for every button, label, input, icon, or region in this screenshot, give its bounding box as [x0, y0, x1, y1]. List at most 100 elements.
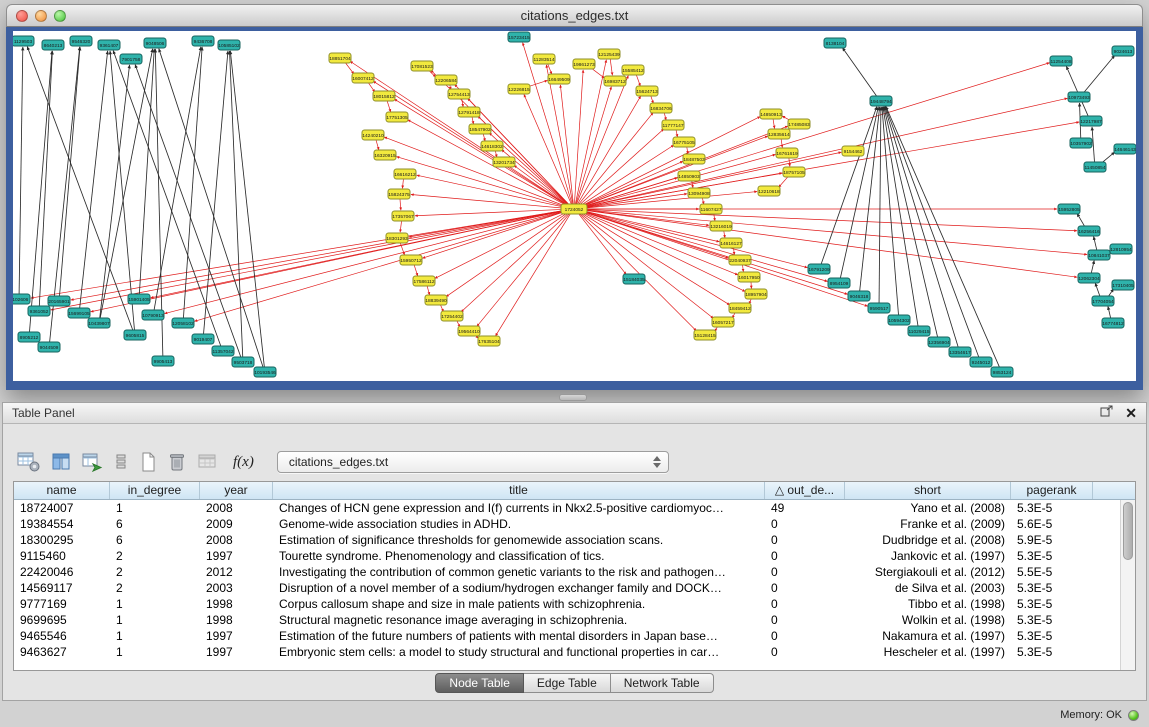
graph-edge[interactable] — [1095, 283, 1100, 297]
graph-edge[interactable] — [478, 116, 571, 206]
graph-node[interactable]: 9044509 — [38, 342, 60, 352]
tab-edge-table[interactable]: Edge Table — [524, 673, 611, 693]
graph-node[interactable]: 1724052 — [561, 204, 587, 214]
graph-edge[interactable] — [579, 155, 776, 208]
import-table-icon[interactable] — [81, 448, 104, 476]
graph-edge[interactable] — [860, 107, 880, 292]
graph-node[interactable]: 12206584 — [435, 75, 457, 85]
graph-node[interactable]: 16017950 — [738, 272, 760, 282]
graph-node[interactable]: 9019407 — [192, 334, 214, 344]
graph-node[interactable]: 15950712 — [400, 255, 422, 265]
function-builder-icon[interactable]: f(x) — [233, 454, 254, 471]
column-header[interactable]: pagerank — [1011, 482, 1093, 499]
graph-node[interactable]: 17485083 — [788, 119, 810, 129]
graph-node[interactable]: 17357067 — [392, 211, 414, 221]
graph-node[interactable]: 18015812 — [373, 91, 395, 101]
graph-node[interactable]: 16761619 — [776, 148, 798, 158]
graph-node[interactable]: 14616127 — [720, 238, 742, 248]
graph-edge[interactable] — [446, 211, 570, 296]
graph-edge[interactable] — [578, 211, 713, 318]
graph-node[interactable]: 15699105 — [68, 308, 90, 318]
graph-node[interactable]: 15624713 — [636, 86, 658, 96]
graph-node[interactable]: 18547902 — [469, 124, 491, 134]
graph-edge[interactable] — [31, 210, 569, 298]
graph-node[interactable]: 8640213 — [42, 40, 64, 50]
graph-node[interactable]: 18757105 — [783, 167, 805, 177]
graph-node[interactable]: 15184035 — [623, 274, 645, 284]
table-settings-icon[interactable] — [17, 448, 41, 476]
graph-node[interactable]: 11607427 — [700, 204, 722, 214]
column-header[interactable]: in_degree — [110, 482, 200, 499]
graph-node[interactable]: 12210618 — [758, 186, 780, 196]
graph-node[interactable]: 16774812 — [1102, 318, 1124, 328]
graph-edge[interactable] — [514, 165, 570, 206]
network-table-select[interactable]: citations_edges.txt — [277, 451, 669, 473]
graph-node[interactable]: 16834706 — [650, 103, 672, 113]
graph-node[interactable]: 9436708 — [192, 36, 214, 46]
graph-node[interactable]: 16791209 — [808, 264, 830, 274]
graph-node[interactable]: 10193546 — [254, 367, 276, 377]
graph-node[interactable]: 17635104 — [478, 336, 500, 346]
graph-node[interactable]: 7901758 — [120, 54, 142, 64]
graph-node[interactable]: 12062304 — [1078, 273, 1100, 283]
graph-node[interactable]: 13201734 — [493, 157, 515, 167]
graph-node[interactable]: 11357042 — [212, 346, 234, 356]
graph-node[interactable]: 10585102 — [218, 40, 240, 50]
graph-edge[interactable] — [546, 65, 573, 205]
table-row[interactable]: 2242004622012Investigating the contribut… — [14, 564, 1135, 580]
graph-node[interactable]: 17310405 — [1112, 280, 1134, 290]
graph-node[interactable]: 9245012 — [970, 357, 992, 367]
graph-node[interactable]: 12058102 — [172, 318, 194, 328]
column-header[interactable]: △ out_de... — [765, 482, 845, 499]
graph-node[interactable]: 18487503 — [683, 154, 705, 164]
graph-node[interactable]: 12125439 — [598, 49, 620, 59]
graph-node[interactable]: 14850913 — [760, 109, 782, 119]
graph-node[interactable]: 12217987 — [1080, 116, 1102, 126]
graph-edge[interactable] — [842, 48, 877, 98]
graph-edge[interactable] — [577, 113, 653, 206]
graph-node[interactable]: 12226815 — [508, 84, 530, 94]
graph-node[interactable]: 11283514 — [533, 54, 555, 64]
graph-node[interactable]: 20165901 — [48, 296, 70, 306]
table-row[interactable]: 1872400712008Changes of HCN gene express… — [14, 500, 1135, 516]
graph-node[interactable]: 16256416 — [1078, 226, 1100, 236]
rows-icon[interactable] — [113, 448, 129, 476]
graph-node[interactable]: 18839490 — [425, 295, 447, 305]
table-row[interactable]: 1938455462009Genome-wide association stu… — [14, 516, 1135, 532]
graph-edge[interactable] — [411, 195, 569, 209]
graph-edge[interactable] — [39, 51, 52, 307]
graph-edge[interactable] — [885, 107, 959, 348]
float-panel-icon[interactable] — [1100, 404, 1113, 422]
graph-edge[interactable] — [71, 210, 569, 300]
graph-node[interactable]: 9546320 — [70, 36, 92, 46]
graph-node[interactable]: 17254402 — [441, 311, 463, 321]
graph-node[interactable]: 15901405 — [128, 294, 150, 304]
graph-edge[interactable] — [879, 107, 881, 304]
graph-edge[interactable] — [139, 49, 154, 295]
table-vertical-scrollbar[interactable] — [1120, 500, 1135, 670]
graph-node[interactable]: 15952805 — [1058, 204, 1080, 214]
graph-node[interactable]: 10841037 — [1088, 250, 1110, 260]
graph-edge[interactable] — [400, 220, 402, 232]
table-row[interactable]: 1456911722003Disruption of a novel membe… — [14, 580, 1135, 596]
column-header[interactable]: title — [273, 482, 765, 499]
graph-node[interactable]: 13094908 — [688, 188, 710, 198]
zoom-window-button[interactable] — [54, 10, 66, 22]
graph-edge[interactable] — [575, 60, 606, 205]
network-window-titlebar[interactable]: citations_edges.txt — [6, 4, 1143, 27]
graph-node[interactable]: 9361407 — [98, 40, 120, 50]
graph-edge[interactable] — [1091, 261, 1094, 275]
graph-node[interactable]: 8954109 — [828, 278, 850, 288]
graph-node[interactable]: 8138104 — [824, 38, 846, 48]
graph-edge[interactable] — [230, 51, 243, 358]
column-header[interactable]: year — [200, 482, 273, 499]
close-panel-icon[interactable]: ✕ — [1125, 406, 1137, 420]
graph-node[interactable]: 16320915 — [374, 150, 396, 160]
graph-edge[interactable] — [579, 152, 841, 208]
table-row[interactable]: 969969511998Structural magnetic resonanc… — [14, 612, 1135, 628]
split-handle[interactable] — [559, 394, 587, 401]
graph-node[interactable]: 19564410 — [458, 326, 480, 336]
graph-node[interactable]: 14646143 — [1114, 144, 1136, 154]
graph-node[interactable]: 16983712 — [604, 76, 626, 86]
graph-edge[interactable] — [59, 47, 80, 297]
